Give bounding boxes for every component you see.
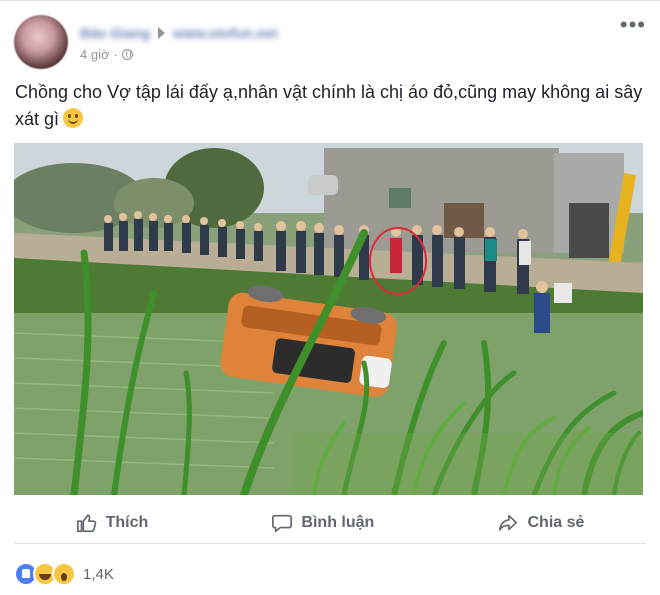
post-header: Bảo Giang www.otofun.net 4 giờ · •••: [14, 14, 646, 71]
reaction-summary[interactable]: 1,4K: [14, 562, 114, 586]
share-button[interactable]: Chia sẻ: [497, 512, 584, 534]
author-avatar[interactable]: [14, 15, 68, 69]
author-name[interactable]: Bảo Giang: [80, 25, 150, 41]
page-name[interactable]: www.otofun.net: [173, 25, 277, 41]
feed-post: Bảo Giang www.otofun.net 4 giờ · ••• Chồ…: [0, 0, 660, 595]
reaction-count[interactable]: 1,4K: [83, 566, 114, 583]
post-photo[interactable]: [14, 143, 643, 495]
author-line: Bảo Giang www.otofun.net: [80, 23, 277, 43]
comment-bubble-icon: [272, 514, 293, 533]
smile-icon: [63, 108, 84, 128]
post-caption: Chồng cho Vợ tập lái đấy ạ,nhân vật chín…: [15, 79, 645, 133]
like-label: Thích: [105, 514, 149, 531]
share-label: Chia sẻ: [527, 514, 585, 531]
more-options-icon[interactable]: •••: [620, 14, 646, 36]
post-meta: 4 giờ ·: [80, 47, 133, 62]
like-button[interactable]: Thích: [76, 512, 149, 534]
share-arrow-icon: [499, 514, 518, 531]
thumbs-up-icon: [76, 514, 96, 533]
wow-reaction-icon: [52, 562, 76, 586]
comment-label: Bình luận: [301, 514, 375, 531]
caption-text: Chồng cho Vợ tập lái đấy ạ,nhân vật chín…: [15, 82, 643, 129]
post-timestamp[interactable]: 4 giờ: [80, 47, 110, 62]
post-actions: Thích Bình luận Chia sẻ: [14, 503, 646, 544]
globe-icon[interactable]: [121, 49, 133, 60]
photo-illustration: [14, 143, 643, 495]
comment-button[interactable]: Bình luận: [271, 512, 374, 534]
arrow-right-icon: [158, 27, 166, 39]
